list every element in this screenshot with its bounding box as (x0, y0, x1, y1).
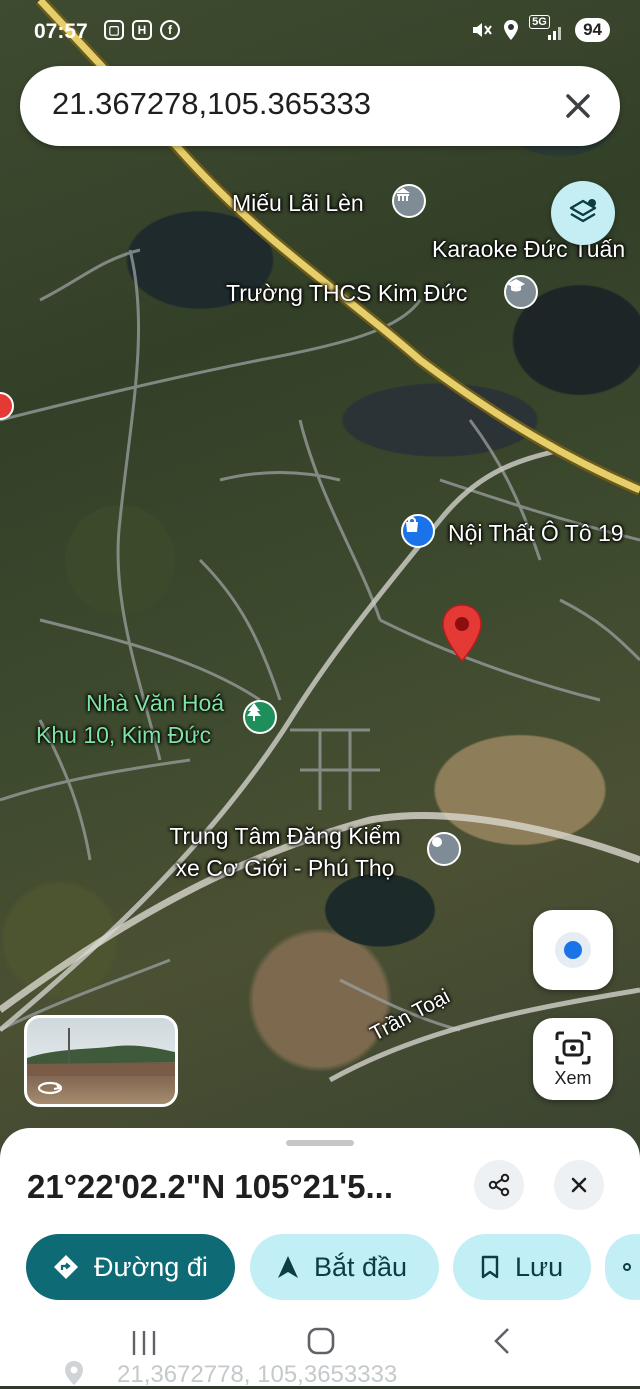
status-time: 07:57 (34, 20, 88, 43)
layers-button[interactable] (551, 181, 615, 245)
close-icon (571, 1177, 587, 1193)
shopping-icon[interactable] (401, 514, 435, 548)
back-button[interactable] (488, 1326, 516, 1361)
mute-icon (473, 23, 492, 37)
directions-label: Đường đi (94, 1251, 208, 1282)
my-location-button[interactable] (533, 910, 613, 990)
place-label-nvh-line1[interactable]: Nhà Văn Hoá (60, 690, 250, 717)
signal-icon: 5G (529, 15, 565, 41)
lens-label: Xem (554, 1068, 592, 1088)
place-label-nvh-line2[interactable]: Khu 10, Kim Đức (36, 722, 211, 749)
coordinates-title: 21°22'02.2"N 105°21'5... (27, 1168, 393, 1205)
school-icon[interactable] (504, 275, 538, 309)
directions-button[interactable]: Đường đi (26, 1234, 235, 1300)
place-label-thcs[interactable]: Trường THCS Kim Đức (226, 280, 467, 307)
nfc-icon: ▢ (104, 20, 124, 40)
location-icon (504, 20, 519, 40)
lens-button[interactable]: Xem (533, 1018, 613, 1100)
place-label-ttdk-line1[interactable]: Trung Tâm Đăng Kiểm (150, 823, 420, 850)
start-button[interactable]: Bắt đầu (250, 1234, 439, 1300)
h-icon: H (132, 20, 152, 40)
footer-coordinates: 21,3672778, 105,3653333 (117, 1361, 398, 1388)
search-bar[interactable]: 21.367278,105.365333 (20, 66, 620, 146)
navigation-icon (278, 1256, 298, 1278)
sheet-handle[interactable] (286, 1140, 354, 1146)
street-view-icon (37, 1076, 63, 1096)
status-bar: 07:57 ▢ H f 5G 94 (0, 0, 640, 64)
share-pill-button[interactable] (605, 1234, 640, 1300)
directions-icon (54, 1255, 78, 1279)
my-location-icon (555, 932, 591, 968)
temple-icon[interactable] (392, 184, 426, 218)
facebook-icon: f (160, 20, 180, 40)
pin-icon[interactable] (440, 603, 484, 663)
lens-icon (555, 1031, 591, 1065)
home-button[interactable] (306, 1326, 336, 1361)
save-button[interactable]: Lưu (453, 1234, 591, 1300)
place-label-mieu[interactable]: Miếu Lãi Lèn (232, 190, 364, 217)
bottom-sheet[interactable]: 21°22'02.2"N 105°21'5... Đường đi Bắt đầ… (0, 1128, 640, 1388)
close-icon[interactable] (558, 86, 598, 126)
start-label: Bắt đầu (314, 1251, 408, 1282)
place-label-ttdk-line2[interactable]: xe Cơ Giới - Phú Thọ (150, 855, 420, 882)
share-button[interactable] (474, 1160, 524, 1210)
pin-icon (65, 1361, 83, 1385)
battery-level: 94 (575, 18, 610, 42)
save-label: Lưu (515, 1251, 564, 1282)
share-icon (623, 1263, 631, 1271)
system-navigation-bar (0, 1324, 640, 1364)
recent-apps-button[interactable] (130, 1328, 158, 1363)
street-view-thumbnail[interactable] (24, 1015, 178, 1107)
search-input[interactable]: 21.367278,105.365333 (52, 86, 371, 122)
bookmark-icon (481, 1255, 499, 1279)
tree-icon[interactable] (243, 700, 277, 734)
share-icon (488, 1173, 510, 1197)
layers-icon (569, 199, 597, 223)
place-label-noithat[interactable]: Nội Thất Ô Tô 19 (448, 520, 624, 547)
place-marker-icon[interactable] (427, 832, 461, 866)
close-sheet-button[interactable] (554, 1160, 604, 1210)
